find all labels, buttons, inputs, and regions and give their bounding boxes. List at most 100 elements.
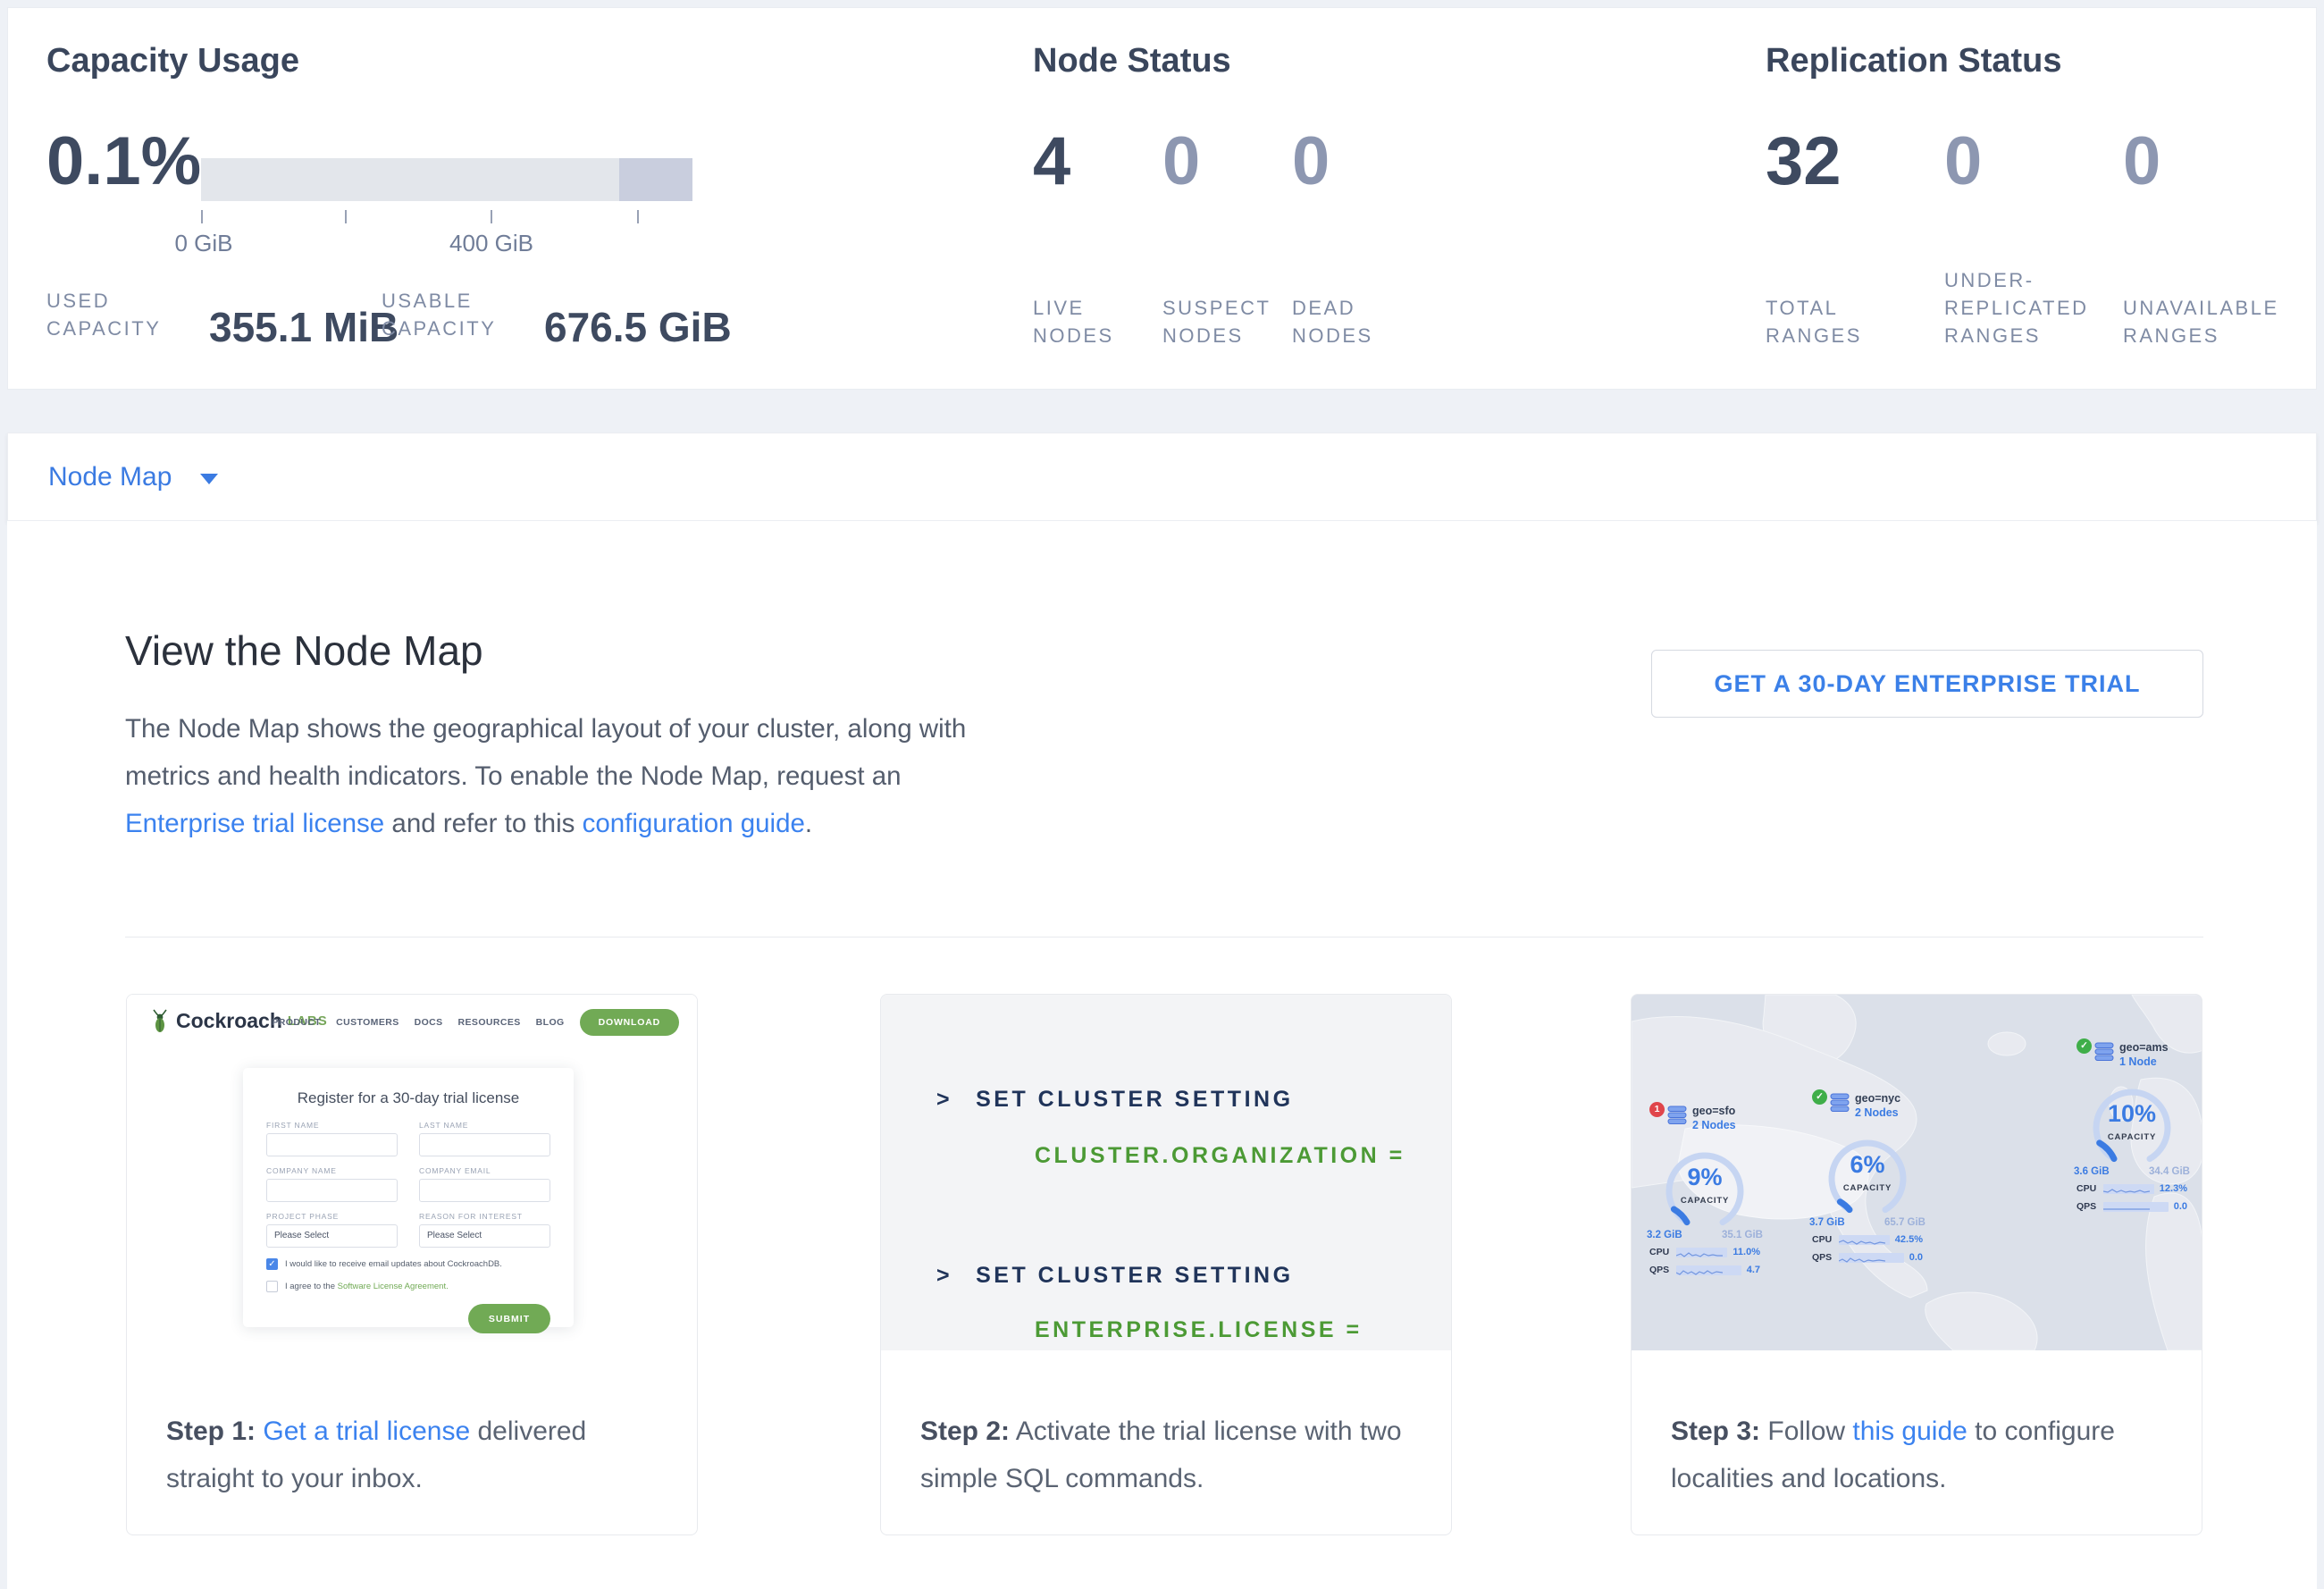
healthy-badge: ✓ bbox=[2076, 1038, 2092, 1054]
capacity-total: 34.4 GiB bbox=[2149, 1166, 2190, 1177]
capacity-range: 3.2 GiB 35.1 GiB bbox=[1647, 1230, 1763, 1240]
dead-nodes-value: 0 bbox=[1292, 122, 1422, 201]
cluster-overview-page: Capacity Usage 0.1% 0 GiB 400 GiB USED C… bbox=[0, 0, 2324, 1589]
capacity-used: 3.7 GiB bbox=[1809, 1217, 1845, 1228]
software-license-agreement-link: Software License Agreement. bbox=[338, 1282, 449, 1291]
configuration-guide-link[interactable]: configuration guide bbox=[583, 809, 805, 838]
qps-sparkline bbox=[2103, 1202, 2169, 1212]
field-label: COMPANY EMAIL bbox=[419, 1166, 550, 1175]
nav-item-customers: CUSTOMERS bbox=[336, 1017, 399, 1028]
capacity-percent: 9% bbox=[1656, 1164, 1754, 1191]
capacity-gauge: 9% CAPACITY 3.2 GiB 35.1 GiB bbox=[1656, 1142, 1754, 1240]
nav-item-resources: RESOURCES bbox=[458, 1017, 521, 1028]
usable-capacity-label: USABLE CAPACITY bbox=[382, 287, 524, 349]
locality-widget-ams: ✓ geo=ams 1 Node bbox=[2076, 1041, 2187, 1213]
cpu-label: CPU bbox=[1812, 1234, 1839, 1245]
license-agreement-checkbox-row: I agree to the Software License Agreemen… bbox=[266, 1281, 550, 1292]
locality-header: ✓ geo=nyc 2 Nodes bbox=[1812, 1092, 1923, 1128]
cpu-value: 11.0% bbox=[1733, 1247, 1760, 1257]
locality-widget-nyc: ✓ geo=nyc 2 Nodes bbox=[1812, 1092, 1923, 1264]
qps-label: QPS bbox=[2076, 1201, 2103, 1212]
node-status-labels: LIVE NODES SUSPECT NODES DEAD NODES bbox=[1033, 294, 1422, 349]
first-name-input bbox=[266, 1133, 398, 1156]
sql-prompt: > bbox=[936, 1087, 952, 1112]
suspect-nodes-label: SUSPECT NODES bbox=[1162, 294, 1268, 349]
capacity-usage-title: Capacity Usage bbox=[46, 42, 299, 80]
qps-metric-row: QPS 0.0 bbox=[1812, 1251, 1923, 1264]
qps-value: 0.0 bbox=[2174, 1201, 2187, 1212]
qps-sparkline bbox=[1676, 1265, 1741, 1275]
form-field: LAST NAME bbox=[419, 1121, 550, 1156]
qps-sparkline bbox=[1839, 1253, 1904, 1263]
cpu-label: CPU bbox=[2076, 1183, 2103, 1194]
sql-statement: > SET CLUSTER SETTING bbox=[936, 1263, 1294, 1289]
submit-row: SUBMIT bbox=[266, 1304, 550, 1333]
step2-caption-prefix: Step 2: bbox=[920, 1417, 1010, 1446]
license-agreement-label: I agree to the Software License Agreemen… bbox=[285, 1282, 449, 1291]
database-icon bbox=[1666, 1105, 1688, 1126]
submit-button: SUBMIT bbox=[468, 1304, 550, 1333]
qps-value: 4.7 bbox=[1747, 1265, 1760, 1275]
axis-tick-label: 0 GiB bbox=[174, 230, 232, 257]
capacity-total: 65.7 GiB bbox=[1884, 1217, 1925, 1228]
sql-setting-name: CLUSTER.ORGANIZATION = bbox=[1035, 1143, 1405, 1169]
replication-labels: TOTAL RANGES UNDER-REPLICATED RANGES UNA… bbox=[1766, 266, 2302, 349]
reason-for-interest-select: Please Select bbox=[419, 1224, 550, 1248]
dead-nodes-label: DEAD NODES bbox=[1292, 294, 1397, 349]
total-ranges-label: TOTAL RANGES bbox=[1766, 294, 1935, 349]
form-fields: FIRST NAME LAST NAME COMPANY NAME C bbox=[266, 1121, 550, 1248]
sql-statement: > SET CLUSTER SETTING bbox=[936, 1087, 1294, 1113]
field-label: REASON FOR INTEREST bbox=[419, 1212, 550, 1221]
capacity-range: 3.6 GiB 34.4 GiB bbox=[2074, 1166, 2190, 1177]
step3-caption-text: Follow bbox=[1760, 1417, 1852, 1446]
mini-site-nav: PRODUCT CUSTOMERS DOCS RESOURCES BLOG DO… bbox=[272, 1009, 679, 1036]
chevron-down-icon bbox=[200, 474, 218, 484]
node-map-preview: 1 geo=sfo 2 Nodes bbox=[1632, 995, 2202, 1350]
unavailable-ranges-value: 0 bbox=[2123, 122, 2302, 201]
field-label: COMPANY NAME bbox=[266, 1166, 398, 1175]
last-name-input bbox=[419, 1133, 550, 1156]
locality-node-count: 2 Nodes bbox=[1855, 1106, 1900, 1120]
company-email-input bbox=[419, 1179, 550, 1202]
sql-prompt: > bbox=[936, 1263, 952, 1288]
view-selector-dropdown[interactable]: Node Map bbox=[7, 433, 2317, 521]
capacity-gauge-label: CAPACITY bbox=[1818, 1183, 1917, 1193]
axis-tick bbox=[345, 210, 347, 223]
gauge-arc-icon bbox=[1818, 1130, 1917, 1228]
step1-card: Cockroach LABS PRODUCT CUSTOMERS DOCS RE… bbox=[126, 994, 698, 1535]
field-label: FIRST NAME bbox=[266, 1121, 398, 1130]
get-trial-license-link[interactable]: Get a trial license bbox=[263, 1417, 470, 1446]
axis-tick bbox=[201, 210, 203, 223]
nav-item-blog: BLOG bbox=[536, 1017, 565, 1028]
locality-header: 1 geo=sfo 2 Nodes bbox=[1649, 1105, 1760, 1140]
cpu-value: 42.5% bbox=[1895, 1234, 1923, 1245]
enterprise-trial-button[interactable]: GET A 30-DAY ENTERPRISE TRIAL bbox=[1651, 650, 2203, 718]
cluster-summary-bar: Capacity Usage 0.1% 0 GiB 400 GiB USED C… bbox=[7, 7, 2317, 390]
checkbox-unchecked-icon bbox=[266, 1281, 278, 1292]
axis-tick-label: 400 GiB bbox=[449, 230, 533, 257]
cpu-metric-row: CPU 42.5% bbox=[1812, 1233, 1923, 1246]
this-guide-link[interactable]: this guide bbox=[1852, 1417, 1967, 1446]
form-field: COMPANY EMAIL bbox=[419, 1166, 550, 1202]
capacity-gauge-label: CAPACITY bbox=[1656, 1196, 1754, 1206]
company-name-input bbox=[266, 1179, 398, 1202]
sql-command: SET CLUSTER SETTING bbox=[976, 1087, 1293, 1112]
locality-name: geo=nyc bbox=[1855, 1092, 1900, 1106]
checkbox-checked-icon: ✓ bbox=[266, 1258, 278, 1270]
axis-tick bbox=[637, 210, 639, 223]
field-label: PROJECT PHASE bbox=[266, 1212, 398, 1221]
cpu-sparkline bbox=[1676, 1248, 1727, 1257]
unavailable-ranges-label: UNAVAILABLE RANGES bbox=[2123, 294, 2293, 349]
locality-widget-sfo: 1 geo=sfo 2 Nodes bbox=[1649, 1105, 1760, 1276]
node-status-title: Node Status bbox=[1033, 42, 1231, 80]
node-map-description: The Node Map shows the geographical layo… bbox=[125, 705, 1001, 847]
sql-commands-preview: > SET CLUSTER SETTING CLUSTER.ORGANIZATIO… bbox=[881, 995, 1452, 1350]
qps-label: QPS bbox=[1649, 1265, 1676, 1275]
enterprise-trial-license-link[interactable]: Enterprise trial license bbox=[125, 809, 384, 838]
project-phase-select: Please Select bbox=[266, 1224, 398, 1248]
trial-license-form: Register for a 30-day trial license FIRS… bbox=[243, 1068, 574, 1327]
cpu-sparkline bbox=[2103, 1184, 2154, 1194]
sql-command: SET CLUSTER SETTING bbox=[976, 1263, 1293, 1288]
view-selector-label[interactable]: Node Map bbox=[48, 462, 172, 492]
capacity-used: 3.2 GiB bbox=[1647, 1230, 1682, 1240]
